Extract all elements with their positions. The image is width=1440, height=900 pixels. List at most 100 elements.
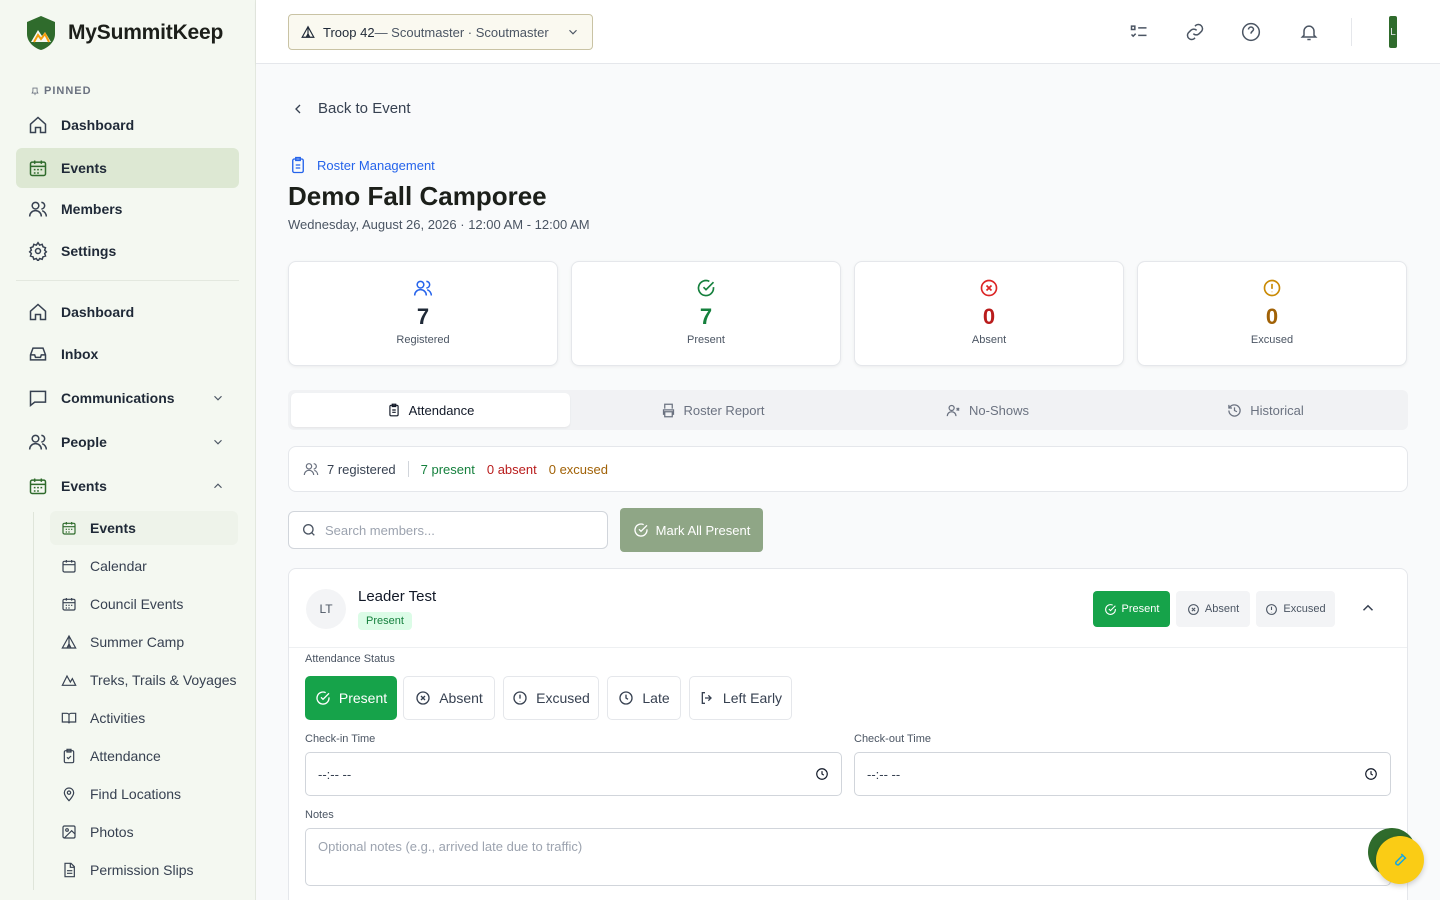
- sidebar: MySummitKeep PINNED Dashboard Events Mem…: [0, 0, 256, 900]
- submenu-item-summer-camp[interactable]: Summer Camp: [50, 625, 238, 659]
- chevron-down-icon[interactable]: [211, 391, 225, 405]
- chevron-up-icon[interactable]: [211, 479, 225, 493]
- clock-icon[interactable]: [815, 767, 829, 781]
- log-out-icon: [699, 690, 715, 706]
- check-circle-icon: [696, 278, 716, 298]
- submenu-item-permission-slips[interactable]: Permission Slips: [50, 853, 238, 887]
- sidebar-divider: [16, 280, 239, 281]
- notes-label: Notes: [305, 809, 334, 821]
- submenu-item-calendar[interactable]: Calendar: [50, 549, 238, 583]
- check-circle-icon: [1104, 603, 1117, 616]
- chevron-down-icon: [566, 25, 580, 39]
- checklist-icon[interactable]: [1127, 20, 1151, 44]
- mark-all-present-button[interactable]: Mark All Present: [620, 508, 763, 552]
- brand[interactable]: MySummitKeep: [24, 14, 223, 52]
- event-date: Wednesday, August 26, 2026 · 12:00 AM - …: [288, 217, 590, 232]
- notes-textarea[interactable]: Optional notes (e.g., arrived late due t…: [305, 828, 1391, 886]
- clock-icon: [618, 690, 634, 706]
- tab-no-shows[interactable]: No-Shows: [848, 393, 1127, 427]
- users-icon: [303, 461, 319, 477]
- troop-role: — Scoutmaster · Scoutmaster: [374, 24, 549, 40]
- stat-card-registered: 7 Registered: [288, 261, 558, 366]
- pinned-section-label: PINNED: [30, 85, 92, 97]
- users-icon: [28, 199, 48, 219]
- sidebar-item-dashboard[interactable]: Dashboard: [16, 292, 239, 332]
- absent-count: 0 absent: [486, 461, 537, 477]
- message-icon: [28, 388, 48, 408]
- clipboard-icon: [289, 156, 307, 174]
- pinned-item-members[interactable]: Members: [16, 189, 239, 229]
- alert-circle-icon: [512, 690, 528, 706]
- status-absent-button[interactable]: Absent: [403, 676, 495, 720]
- main-content: Back to Event Roster Management Demo Fal…: [256, 64, 1440, 900]
- submenu-item-find-locations[interactable]: Find Locations: [50, 777, 238, 811]
- stat-label: Absent: [971, 334, 1007, 346]
- tab-attendance[interactable]: Attendance: [291, 393, 570, 427]
- submenu-item-events[interactable]: Events: [50, 511, 238, 545]
- quick-absent-button[interactable]: Absent: [1176, 591, 1250, 627]
- link-icon[interactable]: [1183, 20, 1207, 44]
- stat-label: Excused: [1250, 334, 1294, 346]
- home-icon: [28, 115, 48, 135]
- status-badge: Present: [358, 612, 412, 630]
- stat-card-excused: 0 Excused: [1137, 261, 1407, 366]
- sidebar-item-communications[interactable]: Communications: [16, 378, 239, 418]
- excused-count: 0 excused: [548, 461, 608, 477]
- chevron-left-icon: [290, 101, 306, 117]
- users-icon: [413, 278, 433, 298]
- printer-icon: [661, 403, 676, 418]
- submenu-item-council-events[interactable]: Council Events: [50, 587, 238, 621]
- quick-excused-button[interactable]: Excused: [1256, 591, 1335, 627]
- page-title: Demo Fall Camporee: [288, 181, 547, 211]
- checkout-time-input[interactable]: --:-- --: [854, 752, 1391, 796]
- attendance-summary-bar: 7 registered 7 present 0 absent 0 excuse…: [288, 446, 1408, 492]
- submenu-item-photos[interactable]: Photos: [50, 815, 238, 849]
- help-icon[interactable]: [1239, 20, 1263, 44]
- present-count: 7 present: [420, 461, 475, 477]
- users-icon: [28, 432, 48, 452]
- book-icon: [61, 710, 77, 726]
- checkout-label: Check-out Time: [854, 733, 932, 745]
- calendar-icon: [28, 158, 48, 178]
- status-excused-button[interactable]: Excused: [503, 676, 599, 720]
- clock-icon[interactable]: [1364, 767, 1378, 781]
- pinned-item-events[interactable]: Events: [16, 148, 239, 188]
- bell-icon[interactable]: [1297, 20, 1321, 44]
- member-avatar: LT: [306, 589, 346, 629]
- member-name: Leader Test: [358, 588, 437, 605]
- flask-icon: [1392, 852, 1408, 868]
- sidebar-item-people[interactable]: People: [16, 422, 239, 462]
- submenu-item-activities[interactable]: Activities: [50, 701, 238, 735]
- stat-value: 7: [416, 304, 430, 329]
- pinned-item-dashboard[interactable]: Dashboard: [16, 105, 239, 145]
- stat-card-absent: 0 Absent: [854, 261, 1124, 366]
- chevron-down-icon[interactable]: [211, 435, 225, 449]
- status-left-early-button[interactable]: Left Early: [689, 676, 792, 720]
- breadcrumb[interactable]: Roster Management: [289, 156, 435, 174]
- attendance-status-label: Attendance Status: [305, 653, 395, 665]
- sidebar-item-inbox[interactable]: Inbox: [16, 334, 239, 374]
- quick-present-button[interactable]: Present: [1093, 591, 1170, 627]
- tab-roster-report[interactable]: Roster Report: [573, 393, 852, 427]
- submenu-item-treks[interactable]: Treks, Trails & Voyages: [50, 663, 238, 697]
- status-present-button[interactable]: Present: [305, 676, 397, 720]
- search-input[interactable]: [325, 522, 585, 538]
- pinned-item-settings[interactable]: Settings: [16, 231, 239, 271]
- troop-selector[interactable]: Troop 42 — Scoutmaster · Scoutmaster: [288, 14, 593, 50]
- brand-name: MySummitKeep: [68, 21, 224, 44]
- inbox-icon: [28, 344, 48, 364]
- sidebar-item-events[interactable]: Events: [16, 466, 239, 506]
- user-avatar[interactable]: L: [1389, 16, 1397, 48]
- checkin-time-input[interactable]: --:-- --: [305, 752, 842, 796]
- submenu-item-attendance[interactable]: Attendance: [50, 739, 238, 773]
- chevron-up-icon[interactable]: [1359, 599, 1377, 617]
- feedback-fab[interactable]: [1376, 836, 1424, 884]
- summary-divider: [407, 461, 409, 477]
- status-late-button[interactable]: Late: [607, 676, 681, 720]
- member-search: [288, 511, 608, 549]
- stat-value: 0: [1265, 304, 1279, 329]
- tab-historical[interactable]: Historical: [1126, 393, 1405, 427]
- back-to-event-link[interactable]: Back to Event: [290, 100, 411, 117]
- image-icon: [61, 824, 77, 840]
- document-icon: [61, 862, 77, 878]
